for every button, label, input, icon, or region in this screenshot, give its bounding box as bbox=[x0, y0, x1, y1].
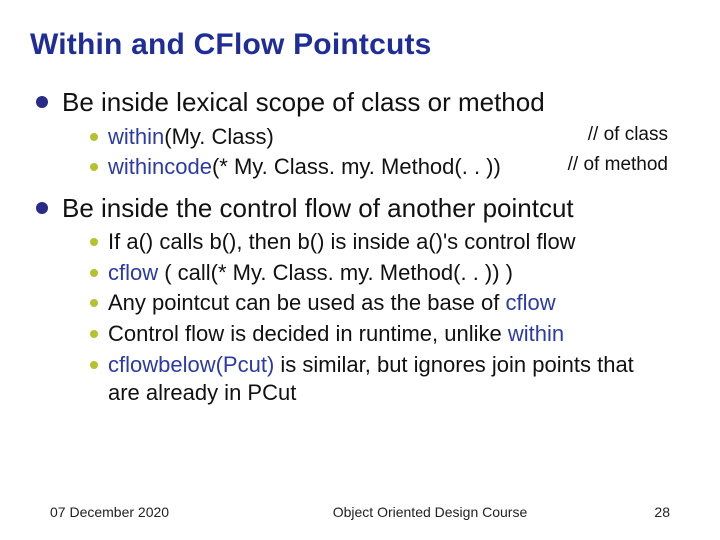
within-row: within(My. Class) // of class bbox=[108, 123, 668, 152]
subbullet-icon bbox=[90, 330, 98, 338]
sub-text: cflow ( call(* My. Class. my. Method(. .… bbox=[108, 259, 513, 288]
bullet-1: Be inside lexical scope of class or meth… bbox=[36, 86, 690, 119]
subbullet-icon bbox=[90, 269, 98, 277]
code-text: ( call(* My. Class. my. Method(. . )) ) bbox=[158, 260, 513, 285]
list-item: within(My. Class) // of class bbox=[90, 123, 690, 152]
list-item: If a() calls b(), then b() is inside a()… bbox=[90, 228, 690, 257]
list-item: withincode(* My. Class. my. Method(. . )… bbox=[90, 153, 690, 182]
list-item: Any pointcut can be used as the base of … bbox=[90, 289, 690, 318]
footer-date: 07 December 2020 bbox=[50, 504, 250, 520]
comment-text: // of method bbox=[568, 153, 668, 182]
subbullet-icon bbox=[90, 361, 98, 369]
comment-text: // of class bbox=[588, 123, 668, 152]
keyword-cflowbelow: cflowbelow(Pcut) bbox=[108, 352, 274, 377]
slide-footer: 07 December 2020 Object Oriented Design … bbox=[0, 504, 720, 520]
keyword-within: within bbox=[508, 321, 564, 346]
sub-text: Control flow is decided in runtime, unli… bbox=[108, 320, 564, 349]
bullet-1-sublist: within(My. Class) // of class withincode… bbox=[90, 123, 690, 182]
code-text: (My. Class) bbox=[164, 124, 274, 149]
code-text: (* My. Class. my. Method(. . )) bbox=[212, 154, 501, 179]
bullet-2-sublist: If a() calls b(), then b() is inside a()… bbox=[90, 228, 690, 408]
footer-course: Object Oriented Design Course bbox=[250, 504, 610, 520]
keyword-cflow: cflow bbox=[506, 290, 556, 315]
bullet-2-text: Be inside the control flow of another po… bbox=[62, 192, 574, 225]
slide-title: Within and CFlow Pointcuts bbox=[30, 28, 690, 62]
list-item: Control flow is decided in runtime, unli… bbox=[90, 320, 690, 349]
sub-text: Any pointcut can be used as the base of … bbox=[108, 289, 556, 318]
sub-text: cflowbelow(Pcut) is similar, but ignores… bbox=[108, 351, 668, 408]
list-item: cflowbelow(Pcut) is similar, but ignores… bbox=[90, 351, 690, 408]
bullet-2: Be inside the control flow of another po… bbox=[36, 192, 690, 225]
subbullet-icon bbox=[90, 299, 98, 307]
subbullet-icon bbox=[90, 163, 98, 171]
bullet-icon bbox=[36, 202, 48, 214]
withincode-row: withincode(* My. Class. my. Method(. . )… bbox=[108, 153, 668, 182]
text-pre: Control flow is decided in runtime, unli… bbox=[108, 321, 508, 346]
subbullet-icon bbox=[90, 238, 98, 246]
subbullet-icon bbox=[90, 133, 98, 141]
keyword-within: within bbox=[108, 124, 164, 149]
footer-page: 28 bbox=[610, 504, 670, 520]
bullet-icon bbox=[36, 96, 48, 108]
text-pre: Any pointcut can be used as the base of bbox=[108, 290, 506, 315]
slide: Within and CFlow Pointcuts Be inside lex… bbox=[0, 0, 720, 540]
bullet-1-text: Be inside lexical scope of class or meth… bbox=[62, 86, 545, 119]
sub-text: If a() calls b(), then b() is inside a()… bbox=[108, 228, 576, 257]
list-item: cflow ( call(* My. Class. my. Method(. .… bbox=[90, 259, 690, 288]
keyword-cflow: cflow bbox=[108, 260, 158, 285]
keyword-withincode: withincode bbox=[108, 154, 212, 179]
